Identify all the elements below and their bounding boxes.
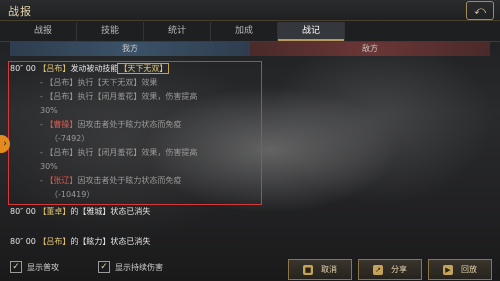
page-title: 战报 [8, 5, 32, 18]
checkmark-icon: ✓ [10, 261, 22, 273]
side-ally[interactable]: 我方 [10, 42, 250, 56]
tab-report[interactable]: 战报 [10, 22, 77, 41]
show-dot-damage-checkbox[interactable]: ✓ 显示持续伤害 [98, 261, 163, 273]
log-line: - 【吕布】执行【天下无双】效果 [40, 78, 158, 87]
return-button[interactable]: ⤺ [466, 1, 494, 20]
play-icon: ▶ [443, 264, 453, 275]
replay-button[interactable]: ▶ 回放 [428, 259, 492, 280]
log-line: （-10419） [50, 190, 95, 199]
log-line: - 【张辽】因攻击者处于眩力状态而免疫 [40, 176, 182, 185]
log-line: - 【吕布】执行【闭月羞花】效果，伤害提高 [40, 148, 198, 157]
log-line: 30% [40, 162, 58, 171]
log-line: - 【吕布】执行【闭月羞花】效果，伤害提高 [40, 92, 198, 101]
cancel-button[interactable]: ■ 取消 [288, 259, 352, 280]
return-icon: ⤺ [474, 3, 486, 17]
log-line: （-7492） [50, 134, 90, 143]
side-selector: 我方 敌方 [10, 42, 490, 56]
tab-skills[interactable]: 技能 [77, 22, 144, 41]
footer-bar: ✓ 显示普攻 ✓ 显示持续伤害 ■ 取消 ↗ 分享 ▶ 回放 [0, 256, 500, 281]
tab-battle-log[interactable]: 战记 [278, 22, 345, 41]
show-basic-attack-checkbox[interactable]: ✓ 显示普攻 [10, 261, 59, 273]
log-line: 80″ 00 【吕布】的【眩力】状态已消失 [10, 237, 151, 246]
side-enemy[interactable]: 敌方 [250, 42, 490, 56]
log-line: 80″ 00 【董卓】的【雅城】状态已消失 [10, 207, 151, 216]
cancel-icon: ■ [303, 264, 313, 275]
share-icon: ↗ [373, 264, 383, 275]
tab-statistics[interactable]: 统计 [144, 22, 211, 41]
top-bar: 战报 ⤺ [0, 0, 500, 21]
share-button[interactable]: ↗ 分享 [358, 259, 422, 280]
log-line: - 【曹操】因攻击者处于眩力状态而免疫 [40, 120, 182, 129]
log-line: 80″ 00 【吕布】发动被动技能【天下无双】 [10, 63, 170, 74]
tab-bar: 战报 技能 统计 加成 战记 [0, 22, 500, 42]
log-line: 30% [40, 106, 58, 115]
checkmark-icon: ✓ [98, 261, 110, 273]
tab-bonus[interactable]: 加成 [211, 22, 278, 41]
